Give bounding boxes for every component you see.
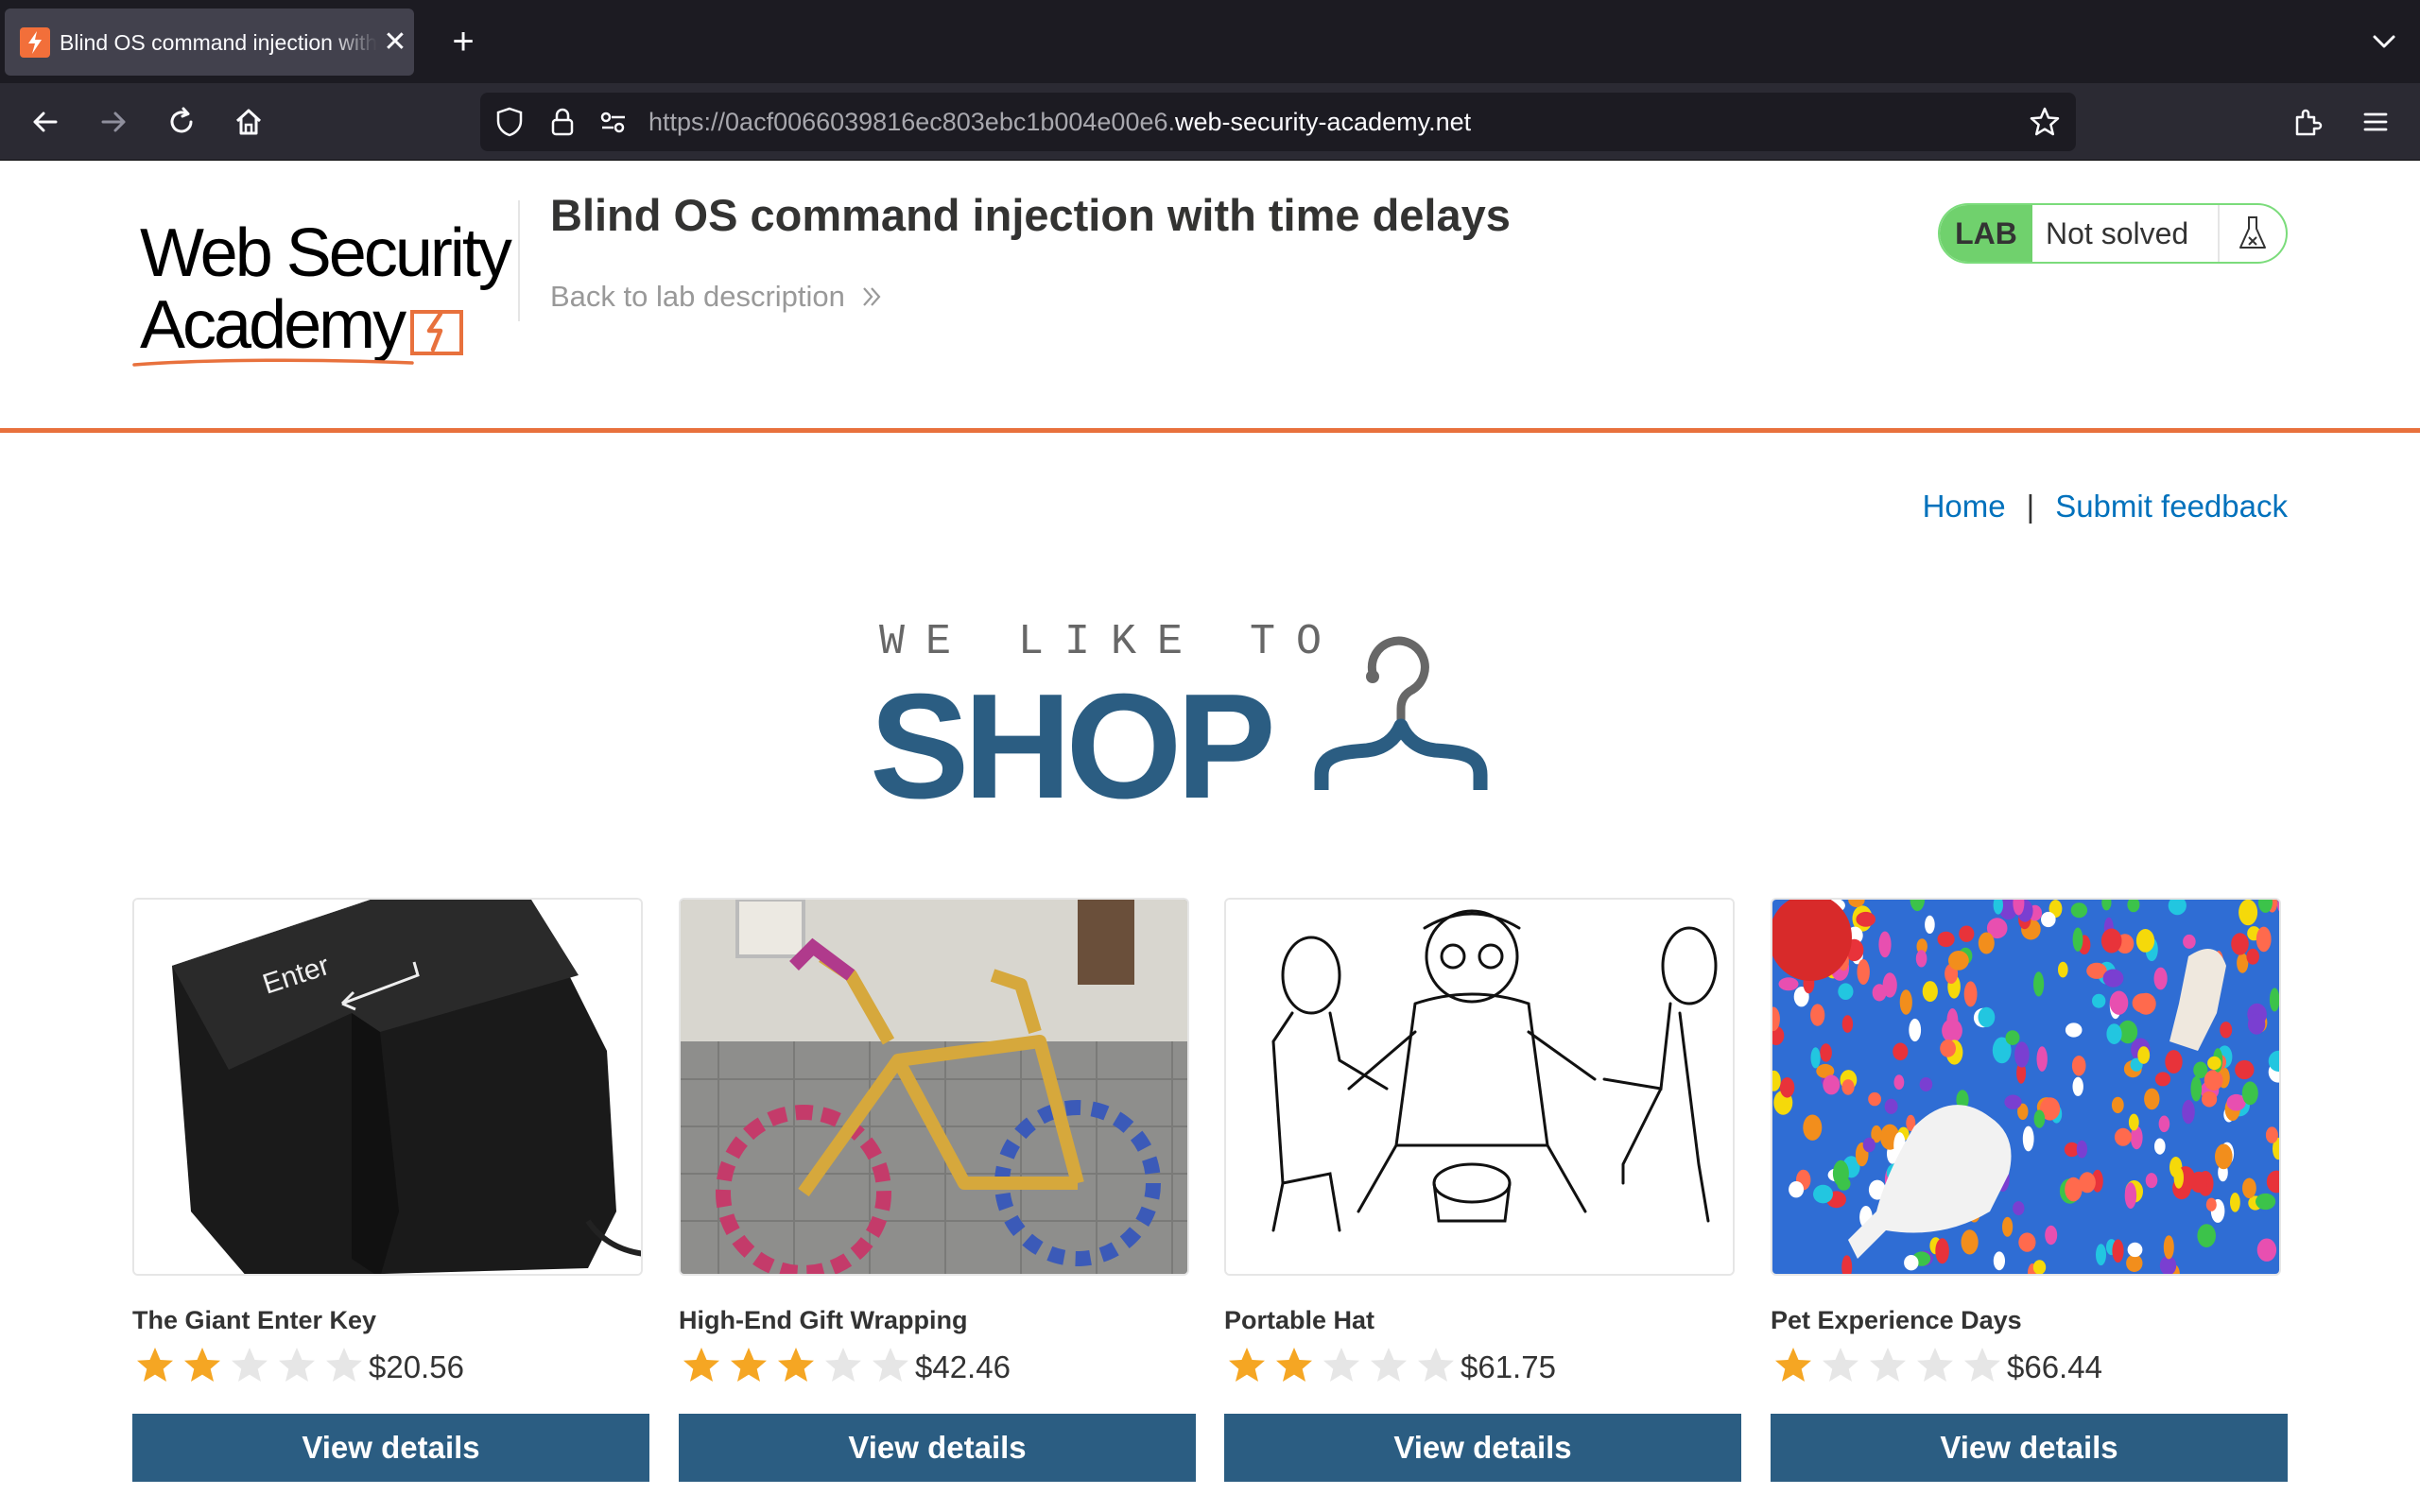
forward-arrow-icon[interactable] <box>90 98 137 146</box>
address-bar[interactable]: https://0acf0066039816ec803ebc1b004e00e6… <box>480 93 2076 151</box>
url-prefix: https://0acf0066039816ec803ebc1b004e00e6… <box>648 108 1175 136</box>
star-empty-icon <box>1964 1348 2000 1382</box>
home-icon[interactable] <box>225 98 272 146</box>
product-rating <box>132 1344 369 1389</box>
tab-close-icon[interactable]: ✕ <box>378 26 412 60</box>
star-empty-icon <box>1870 1348 1906 1382</box>
star-filled-icon <box>1775 1348 1811 1382</box>
header-divider <box>518 200 520 321</box>
product-grid: Enter The Giant Enter Key $20.56 View de… <box>132 898 2288 1512</box>
product-image-portable-hat <box>1224 898 1735 1276</box>
app-menu-hamburger-icon[interactable] <box>2352 98 2399 146</box>
hero-title: SHOP <box>870 663 1276 830</box>
browser-nav-bar: https://0acf0066039816ec803ebc1b004e00e6… <box>0 83 2420 161</box>
lab-status-text: Not solved <box>2046 215 2189 250</box>
browser-tab-active[interactable]: Blind OS command injection with time del… <box>5 9 414 76</box>
tab-list-chevron-down-icon[interactable] <box>2363 21 2405 62</box>
lab-badge: LAB <box>1940 205 2032 262</box>
lab-status-widget: LAB Not solved <box>1938 203 2288 264</box>
logo-underline <box>132 358 414 367</box>
product-name: High-End Gift Wrapping <box>679 1306 968 1334</box>
web-security-academy-logo[interactable]: Web Security Academy <box>132 197 512 367</box>
product-price: $66.44 <box>2007 1349 2102 1384</box>
hanger-icon <box>1314 636 1488 790</box>
star-empty-icon <box>232 1348 268 1382</box>
star-filled-icon <box>1276 1348 1312 1382</box>
product-rating <box>1771 1344 2007 1389</box>
double-chevron-right-icon <box>863 287 881 306</box>
product-name: Portable Hat <box>1224 1306 1375 1334</box>
back-arrow-icon[interactable] <box>22 98 69 146</box>
star-filled-icon <box>778 1348 814 1382</box>
url-host: web-security-academy.net <box>1175 108 1472 136</box>
star-empty-icon <box>279 1348 315 1382</box>
page-nav: Home | Submit feedback <box>1923 486 2288 527</box>
product-image-gift-wrapping <box>679 898 1189 1276</box>
hero-tagline: WE LIKE TO <box>879 618 1343 666</box>
product-price: $20.56 <box>369 1349 464 1384</box>
star-filled-icon <box>184 1348 220 1382</box>
tab-favicon-icon <box>20 27 50 58</box>
star-empty-icon <box>873 1348 908 1382</box>
star-empty-icon <box>1323 1348 1359 1382</box>
permissions-icon[interactable] <box>597 106 630 138</box>
view-details-button[interactable]: View details <box>679 1414 1196 1482</box>
product-name: The Giant Enter Key <box>132 1306 377 1334</box>
bookmark-star-icon[interactable] <box>2029 106 2061 138</box>
star-empty-icon <box>1371 1348 1407 1382</box>
star-empty-icon <box>326 1348 362 1382</box>
extensions-puzzle-icon[interactable] <box>2284 98 2331 146</box>
back-to-lab-description-link[interactable]: Back to lab description <box>550 278 885 316</box>
nav-separator: | <box>2026 489 2035 524</box>
product-price: $42.46 <box>915 1349 1011 1384</box>
lock-icon[interactable] <box>546 106 579 138</box>
lab-title: Blind OS command injection with time del… <box>550 190 1511 240</box>
url-text[interactable]: https://0acf0066039816ec803ebc1b004e00e6… <box>648 106 1471 138</box>
star-filled-icon <box>731 1348 767 1382</box>
star-empty-icon <box>1418 1348 1454 1382</box>
home-link[interactable]: Home <box>1923 486 2006 527</box>
shop-hero-banner: WE LIKE TO SHOP <box>870 614 1550 822</box>
product-rating <box>1224 1344 1461 1389</box>
flask-icon <box>2218 205 2286 262</box>
product-name: Pet Experience Days <box>1771 1306 2022 1334</box>
view-details-button[interactable]: View details <box>1224 1414 1741 1482</box>
view-details-button[interactable]: View details <box>132 1414 649 1482</box>
star-empty-icon <box>1917 1348 1953 1382</box>
browser-tab-bar: Blind OS command injection with time del… <box>0 0 2420 83</box>
product-price: $61.75 <box>1461 1349 1556 1384</box>
star-filled-icon <box>137 1348 173 1382</box>
product-image-giant-enter-key: Enter <box>132 898 643 1276</box>
shield-icon[interactable] <box>493 106 526 138</box>
logo-line-2: Academy <box>140 287 406 363</box>
star-filled-icon <box>1229 1348 1265 1382</box>
reload-icon[interactable] <box>158 98 205 146</box>
logo-bolt-icon <box>410 310 463 355</box>
product-rating <box>679 1344 915 1389</box>
submit-feedback-link[interactable]: Submit feedback <box>2055 486 2288 527</box>
product-image-pet-experience-days <box>1771 898 2281 1276</box>
lab-header: Web Security Academy Blind OS command in… <box>0 161 2420 433</box>
view-details-button[interactable]: View details <box>1771 1414 2288 1482</box>
star-filled-icon <box>683 1348 719 1382</box>
logo-line-1: Web Security <box>140 215 512 291</box>
star-empty-icon <box>825 1348 861 1382</box>
back-link-label: Back to lab description <box>550 280 845 313</box>
new-tab-button[interactable]: + <box>442 21 484 62</box>
star-empty-icon <box>1823 1348 1858 1382</box>
tab-title: Blind OS command injection with time del… <box>60 30 377 55</box>
